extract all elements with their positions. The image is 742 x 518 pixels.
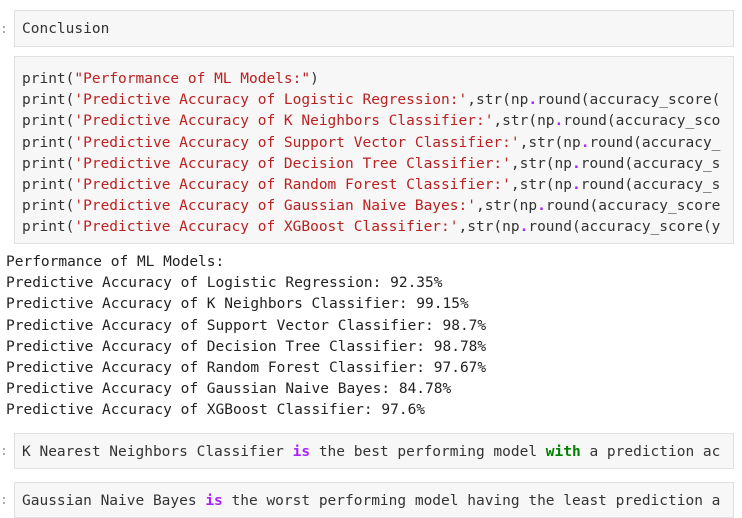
code-fn: print( (22, 92, 75, 109)
code-args: ,str(np (475, 198, 538, 215)
code-string: 'Predictive Accuracy of Random Forest Cl… (74, 176, 511, 193)
code-line: print('Predictive Accuracy of Decision T… (22, 154, 733, 175)
output-line: Predictive Accuracy of Random Forest Cla… (6, 359, 487, 376)
output-line: Predictive Accuracy of Gaussian Naive Ba… (6, 381, 452, 398)
code-fn: print( (22, 134, 75, 151)
code-fn: print( (22, 176, 75, 193)
code-string: 'Predictive Accuracy of Decision Tree Cl… (74, 155, 511, 172)
best-model-name: K Nearest Neighbors Classifier (22, 444, 293, 460)
code-args: ) (310, 71, 319, 87)
code-string: 'Predictive Accuracy of Gaussian Naive B… (74, 198, 476, 215)
best-model-tail: a prediction ac (580, 444, 721, 460)
code-args: ,str(np (519, 134, 581, 151)
code-operator: . (572, 176, 581, 193)
code-cell[interactable]: print("Performance of ML Models:") print(… (14, 56, 734, 244)
markdown-cell-worst-model[interactable]: Gaussian Naive Bayes is the worst perfor… (14, 482, 734, 518)
best-model-mid: the best performing model (310, 444, 546, 460)
code-string: "Performance of ML Models:" (74, 71, 311, 87)
best-model-text: K Nearest Neighbors Classifier is the be… (15, 434, 733, 468)
code-operator: . (537, 198, 546, 215)
markdown-cell-conclusion[interactable]: Conclusion (14, 10, 734, 47)
output-line: Predictive Accuracy of Support Vector Cl… (6, 317, 487, 334)
code-line: print('Predictive Accuracy of Support Ve… (22, 133, 733, 154)
keyword-with: with (545, 444, 581, 460)
keyword-is: is (292, 444, 311, 460)
keyword-is: is (205, 493, 223, 509)
cell-prompt: : (0, 493, 8, 508)
output-line: Predictive Accuracy of K Neighbors Class… (6, 296, 469, 313)
output-line: Predictive Accuracy of Logistic Regressi… (6, 275, 443, 292)
cell-output: Performance of ML Models: Predictive Accu… (6, 252, 486, 422)
code-line: print('Predictive Accuracy of Random For… (22, 175, 733, 196)
cell-prompt: : (0, 444, 8, 459)
code-args: ,str(np (510, 155, 572, 172)
worst-model-text: Gaussian Naive Bayes is the worst perfor… (15, 483, 733, 517)
code-args: ,str(np (467, 92, 529, 109)
cell-prompt: : (0, 22, 8, 37)
code-args: ,str(np (510, 176, 572, 193)
conclusion-heading: Conclusion (22, 21, 110, 37)
code-tail: round(accuracy_score(y (528, 219, 721, 236)
code-line: print("Performance of ML Models:") (22, 69, 733, 90)
code-args: ,str(np (458, 219, 520, 236)
code-string: 'Predictive Accuracy of Support Vector C… (74, 134, 520, 151)
code-line: print('Predictive Accuracy of K Neighbor… (22, 111, 733, 132)
code-line: print('Predictive Accuracy of Gaussian N… (22, 196, 733, 217)
worst-model-name: Gaussian Naive Bayes (22, 493, 206, 509)
code-tail: round(accuracy_sco (563, 113, 721, 130)
code-tail: round(accuracy_s (580, 176, 721, 193)
code-tail: round(accuracy_s (580, 155, 721, 172)
code-line: print('Predictive Accuracy of XGBoost Cl… (22, 217, 733, 238)
output-line: Predictive Accuracy of Decision Tree Cla… (6, 338, 487, 355)
code-tail: round(accuracy_ (589, 134, 721, 151)
code-fn: print( (22, 219, 75, 236)
markdown-cell-best-model[interactable]: K Nearest Neighbors Classifier is the be… (14, 433, 734, 469)
code-line: print('Predictive Accuracy of Logistic R… (22, 90, 733, 111)
code-operator: . (554, 113, 564, 130)
code-fn: print( (22, 198, 75, 215)
code-string: 'Predictive Accuracy of Logistic Regress… (74, 92, 468, 109)
worst-model-tail: the worst performing model having the le… (222, 493, 721, 509)
code-string: 'Predictive Accuracy of XGBoost Classifi… (74, 219, 459, 236)
code-fn: print( (22, 155, 75, 172)
output-line: Performance of ML Models: (6, 254, 225, 270)
code-tail: round(accuracy_score( (537, 92, 721, 109)
code-fn: print( (22, 71, 75, 87)
code-fn: print( (22, 113, 75, 130)
code-tail: round(accuracy_score (545, 198, 721, 215)
code-editor[interactable]: print("Performance of ML Models:") print(… (15, 57, 733, 239)
code-string: 'Predictive Accuracy of K Neighbors Clas… (74, 113, 494, 130)
output-line: Predictive Accuracy of XGBoost Classifie… (6, 402, 426, 419)
code-operator: . (528, 92, 538, 109)
code-operator: . (572, 155, 581, 172)
code-args: ,str(np (493, 113, 555, 130)
